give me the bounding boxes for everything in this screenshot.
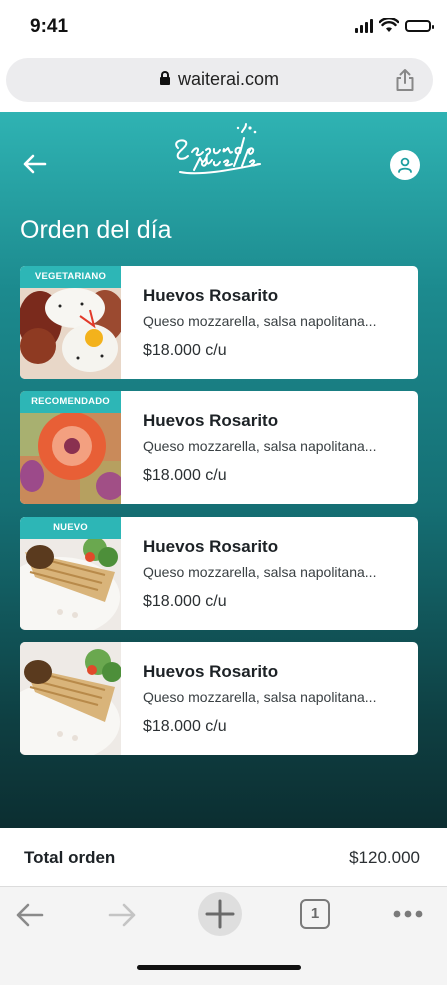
wifi-icon	[379, 18, 399, 32]
main-content: Orden del día VEGETARIANO Huevos Rosarit…	[0, 112, 447, 828]
item-description: Queso mozzarella, salsa napolitana...	[143, 689, 377, 705]
total-value: $120.000	[349, 848, 420, 867]
item-description: Queso mozzarella, salsa napolitana...	[143, 313, 377, 329]
lock-icon	[159, 71, 170, 85]
item-badge: RECOMENDADO	[20, 391, 121, 413]
item-badge: VEGETARIANO	[20, 266, 121, 288]
order-total-bar: Total orden $120.000	[0, 828, 447, 886]
back-icon[interactable]	[14, 899, 46, 931]
profile-icon	[398, 157, 412, 173]
address-bar[interactable]: waiterai.com	[6, 58, 433, 102]
item-description: Queso mozzarella, salsa napolitana...	[143, 438, 377, 454]
battery-icon	[405, 19, 434, 32]
menu-item-card[interactable]: Huevos Rosarito Queso mozzarella, salsa …	[20, 642, 418, 755]
more-icon[interactable]	[392, 907, 424, 921]
menu-item-card[interactable]: VEGETARIANO Huevos Rosarito Queso mozzar…	[20, 266, 418, 379]
item-name: Huevos Rosarito	[143, 537, 279, 556]
profile-button[interactable]	[390, 150, 420, 180]
item-price: $18.000 c/u	[143, 342, 227, 359]
item-name: Huevos Rosarito	[143, 662, 279, 681]
menu-item-card[interactable]: NUEVO Huevos Rosarito Queso mozzarella, …	[20, 517, 418, 630]
dish-image	[20, 642, 121, 755]
tab-count: 1	[310, 905, 320, 922]
share-icon[interactable]	[395, 68, 415, 92]
forward-icon[interactable]	[106, 899, 138, 931]
status-bar: 9:41	[0, 0, 447, 52]
menu-item-card[interactable]: RECOMENDADO Huevos Rosarito Queso mozzar…	[20, 391, 418, 504]
brand-logo	[175, 123, 261, 175]
item-badge: NUEVO	[20, 517, 121, 539]
new-tab-button[interactable]	[198, 892, 242, 936]
item-name: Huevos Rosarito	[143, 286, 279, 305]
url-text: waiterai.com	[177, 69, 280, 89]
total-label: Total orden	[24, 848, 116, 867]
item-description: Queso mozzarella, salsa napolitana...	[143, 564, 377, 580]
item-price: $18.000 c/u	[143, 593, 227, 610]
item-price: $18.000 c/u	[143, 467, 227, 484]
item-price: $18.000 c/u	[143, 718, 227, 735]
tabs-icon[interactable]: 1	[300, 899, 330, 929]
status-time: 9:41	[30, 16, 69, 37]
back-arrow-icon[interactable]	[22, 152, 48, 176]
url-display[interactable]: waiterai.com	[6, 69, 433, 90]
page-title: Orden del día	[20, 216, 172, 244]
cellular-signal-icon	[355, 18, 373, 33]
home-indicator[interactable]	[137, 965, 301, 970]
status-icons	[355, 18, 434, 33]
item-name: Huevos Rosarito	[143, 411, 279, 430]
plus-icon	[205, 899, 235, 929]
browser-toolbar: 1	[0, 886, 447, 985]
